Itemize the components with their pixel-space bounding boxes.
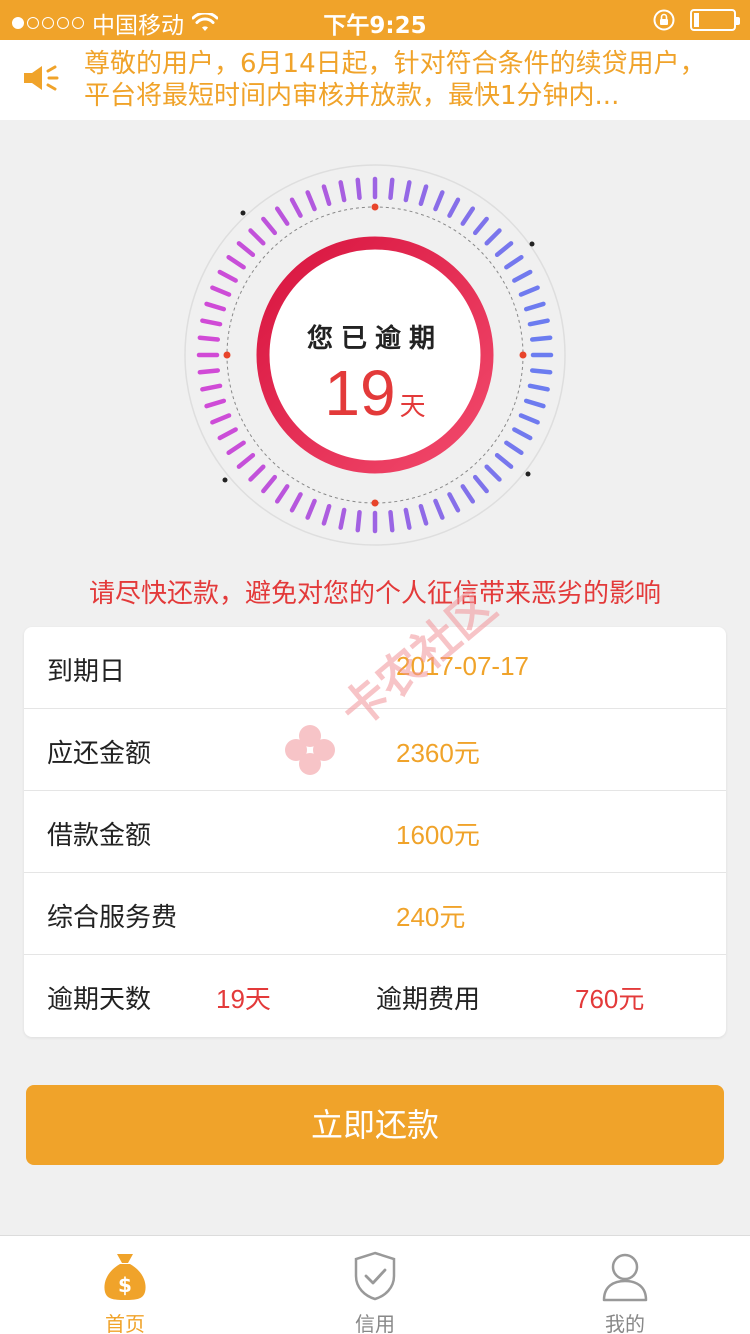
- overdue-title: 您已逾期: [306, 324, 443, 354]
- due-date-value: 2017-07-17: [396, 651, 529, 681]
- repay-now-button[interactable]: 立即还款: [26, 1085, 724, 1165]
- amount-due-row: 应还金额 2360元: [24, 709, 726, 791]
- speaker-icon: [24, 65, 59, 91]
- overdue-days-number: 19: [324, 357, 396, 429]
- overdue-days-label: 逾期天数: [47, 985, 152, 1015]
- overdue-days-unit: 天: [399, 392, 426, 422]
- service-fee-value: 240元: [396, 902, 466, 932]
- due-date-label: 到期日: [47, 657, 126, 687]
- status-right: [652, 8, 740, 32]
- overdue-row: 逾期天数 19天 逾期费用 760元: [24, 955, 726, 1037]
- repayment-warning: 请尽快还款，避免对您的个人征信带来恶劣的影响: [88, 579, 661, 609]
- money-bag-icon: $: [104, 1254, 146, 1300]
- notice-text: 尊敬的用户，6月14日起，针对符合条件的续贷用户，平台将最短时间内审核并放款，最…: [84, 49, 706, 111]
- battery-icon: [690, 9, 740, 31]
- overdue-fee-label: 逾期费用: [376, 985, 481, 1015]
- orientation-lock-icon: [653, 9, 675, 31]
- tab-mine[interactable]: 我的: [500, 1236, 750, 1334]
- due-date-row: 到期日 2017-07-17: [24, 627, 726, 709]
- loan-amount-row: 借款金额 1600元: [24, 791, 726, 873]
- loan-amount-value: 1600元: [396, 820, 480, 850]
- shield-check-icon: [354, 1251, 396, 1301]
- svg-text:$: $: [118, 1273, 132, 1297]
- tab-bar: $ 首页 信用 我的: [0, 1235, 750, 1334]
- service-fee-label: 综合服务费: [47, 903, 178, 933]
- loan-amount-label: 借款金额: [47, 821, 152, 851]
- tab-credit-label: 信用: [355, 1312, 395, 1334]
- tab-home-label: 首页: [105, 1312, 145, 1334]
- user-icon: [602, 1253, 648, 1302]
- overdue-count: 19 天: [180, 356, 570, 430]
- status-bar: 中国移动 下午9:25: [0, 0, 750, 40]
- tab-mine-label: 我的: [605, 1312, 645, 1334]
- loan-details-card: 到期日 2017-07-17 应还金额 2360元 借款金额 1600元 综合服…: [24, 627, 726, 1037]
- amount-due-label: 应还金额: [47, 739, 152, 769]
- notice-banner[interactable]: 尊敬的用户，6月14日起，针对符合条件的续贷用户，平台将最短时间内审核并放款，最…: [0, 40, 750, 120]
- dial-center: 您已逾期 19 天: [180, 160, 570, 550]
- clock: 下午9:25: [323, 13, 427, 39]
- overdue-days-value: 19天: [216, 984, 271, 1014]
- amount-due-value: 2360元: [396, 738, 480, 768]
- tab-home[interactable]: $ 首页: [0, 1236, 250, 1334]
- service-fee-row: 综合服务费 240元: [24, 873, 726, 955]
- tab-credit[interactable]: 信用: [250, 1236, 500, 1334]
- overdue-fee-value: 760元: [575, 984, 645, 1014]
